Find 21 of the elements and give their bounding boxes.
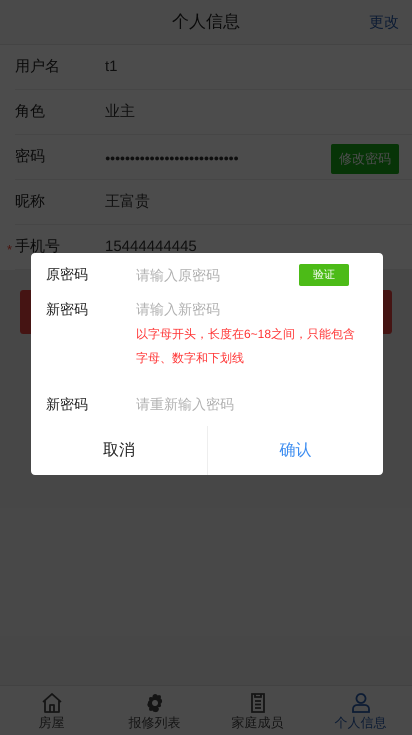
password-hint: 以字母开头，长度在6~18之间，只能包含字母、数字和下划线 — [136, 326, 356, 367]
field-label: 用户名 — [15, 56, 61, 77]
password-input[interactable]: 请输入原密码 — [136, 265, 286, 285]
field-label: 角色 — [15, 102, 46, 122]
field-label: 昵称 — [15, 192, 46, 212]
field-label: 密码 — [15, 146, 46, 167]
required-mark: * — [7, 241, 12, 259]
field-label: 新密码 — [46, 300, 89, 319]
field-label: 新密码 — [46, 395, 89, 414]
field-label: 手机号 — [15, 236, 61, 257]
confirm-button[interactable]: 确认 — [206, 426, 383, 475]
field-label: 原密码 — [46, 265, 89, 284]
field-value: t1 — [105, 56, 118, 77]
password-input[interactable]: 请重新输入密码 — [136, 394, 286, 414]
field-value: 王富贵 — [105, 192, 150, 212]
password-input[interactable]: 请输入新密码 — [136, 299, 286, 319]
field-value: 业主 — [105, 102, 135, 122]
verify-button[interactable]: 验证 — [299, 264, 349, 286]
cancel-button[interactable]: 取消 — [31, 426, 206, 475]
field-value: 15444444445 — [105, 236, 197, 257]
page-title: 个人信息 — [172, 11, 240, 34]
